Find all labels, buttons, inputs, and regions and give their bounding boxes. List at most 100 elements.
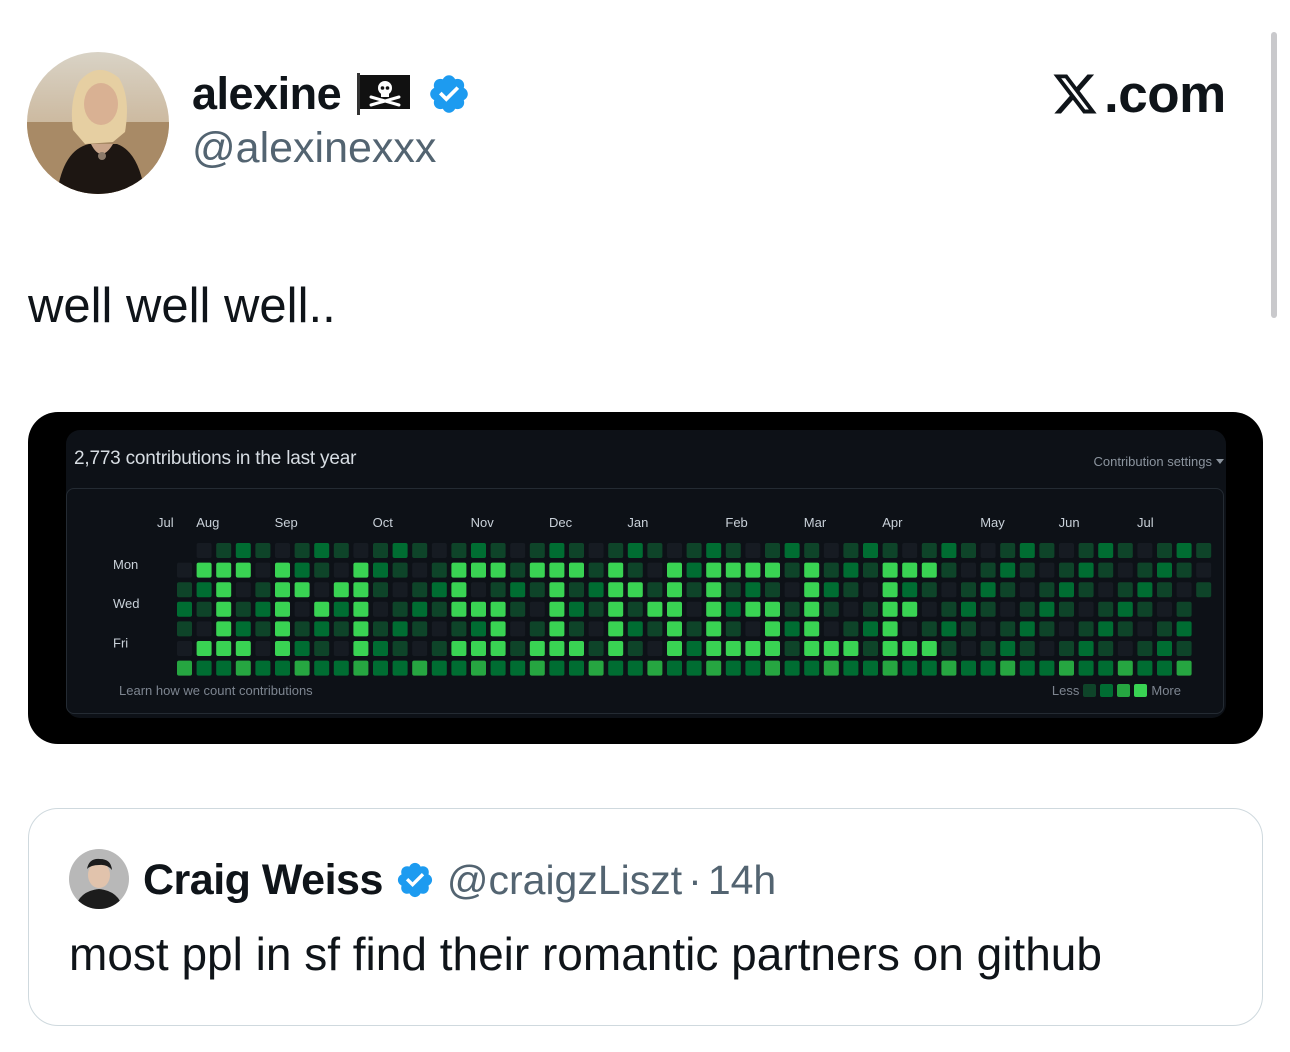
contribution-cell[interactable] xyxy=(333,641,349,656)
contribution-cell[interactable] xyxy=(1059,562,1074,578)
contribution-cell[interactable] xyxy=(275,621,290,637)
contribution-cell[interactable] xyxy=(686,660,702,676)
contribution-cell[interactable] xyxy=(784,641,800,656)
contribution-cell[interactable] xyxy=(804,562,820,578)
contribution-cell[interactable] xyxy=(902,601,918,617)
contribution-cell[interactable] xyxy=(353,660,369,676)
contribution-cell[interactable] xyxy=(1078,582,1094,598)
contribution-cell[interactable] xyxy=(882,601,898,617)
contribution-cell[interactable] xyxy=(588,543,604,558)
contribution-cell[interactable] xyxy=(412,641,428,656)
contribution-cell[interactable] xyxy=(569,641,584,656)
contribution-cell[interactable] xyxy=(1059,621,1074,637)
contribution-cell[interactable] xyxy=(1019,562,1035,578)
contribution-cell[interactable] xyxy=(823,582,839,598)
contribution-cell[interactable] xyxy=(510,562,526,578)
contribution-cell[interactable] xyxy=(706,601,722,617)
contribution-cell[interactable] xyxy=(294,621,310,637)
contribution-cell[interactable] xyxy=(1157,641,1172,656)
contribution-cell[interactable] xyxy=(373,582,388,598)
contribution-cell[interactable] xyxy=(333,562,349,578)
contribution-cell[interactable] xyxy=(275,601,290,617)
contribution-cell[interactable] xyxy=(431,543,447,558)
contribution-cell[interactable] xyxy=(412,621,428,637)
contribution-cell[interactable] xyxy=(627,582,643,598)
contribution-cell[interactable] xyxy=(745,562,761,578)
contribution-cell[interactable] xyxy=(196,601,212,617)
contribution-cell[interactable] xyxy=(1098,641,1114,656)
contribution-cell[interactable] xyxy=(314,601,330,617)
contribution-cell[interactable] xyxy=(961,543,976,558)
contribution-cell[interactable] xyxy=(667,660,682,676)
contribution-cell[interactable] xyxy=(1098,621,1114,637)
contribution-cell[interactable] xyxy=(765,562,780,578)
contribution-cell[interactable] xyxy=(333,621,349,637)
contribution-cell[interactable] xyxy=(882,562,898,578)
contribution-cell[interactable] xyxy=(431,562,447,578)
contribution-cell[interactable] xyxy=(216,601,232,617)
contribution-cell[interactable] xyxy=(177,582,192,598)
contribution-cell[interactable] xyxy=(686,621,702,637)
contribution-cell[interactable] xyxy=(608,562,624,578)
contribution-cell[interactable] xyxy=(667,562,682,578)
contribution-cell[interactable] xyxy=(627,641,643,656)
contribution-cell[interactable] xyxy=(216,582,232,598)
contribution-cell[interactable] xyxy=(980,582,996,598)
contribution-cell[interactable] xyxy=(510,582,526,598)
contribution-cell[interactable] xyxy=(549,621,565,637)
contribution-cell[interactable] xyxy=(725,562,741,578)
contribution-cell[interactable] xyxy=(314,543,330,558)
contribution-cell[interactable] xyxy=(1157,601,1172,617)
contribution-cell[interactable] xyxy=(902,641,918,656)
contribution-cell[interactable] xyxy=(706,660,722,676)
contribution-cell[interactable] xyxy=(1078,660,1094,676)
contribution-cell[interactable] xyxy=(353,543,369,558)
contribution-cell[interactable] xyxy=(431,621,447,637)
contribution-cell[interactable] xyxy=(451,543,467,558)
contribution-cell[interactable] xyxy=(627,543,643,558)
contribution-cell[interactable] xyxy=(627,621,643,637)
contribution-cell[interactable] xyxy=(392,582,408,598)
contribution-cell[interactable] xyxy=(392,621,408,637)
contribution-cell[interactable] xyxy=(1098,562,1114,578)
contribution-cell[interactable] xyxy=(392,562,408,578)
contribution-cell[interactable] xyxy=(627,660,643,676)
contribution-cell[interactable] xyxy=(647,543,663,558)
contribution-cell[interactable] xyxy=(647,641,663,656)
contribution-cell[interactable] xyxy=(471,543,486,558)
contribution-cell[interactable] xyxy=(235,621,251,637)
contribution-cell[interactable] xyxy=(196,641,212,656)
contribution-cell[interactable] xyxy=(941,621,957,637)
contribution-cell[interactable] xyxy=(1117,621,1133,637)
contribution-cell[interactable] xyxy=(490,582,506,598)
contribution-cell[interactable] xyxy=(745,641,761,656)
contribution-cell[interactable] xyxy=(1117,582,1133,598)
contribution-cell[interactable] xyxy=(706,582,722,598)
contribution-cell[interactable] xyxy=(608,641,624,656)
contribution-cell[interactable] xyxy=(804,641,820,656)
contribution-cell[interactable] xyxy=(647,601,663,617)
contribution-cell[interactable] xyxy=(823,601,839,617)
contribution-cell[interactable] xyxy=(1039,621,1055,637)
contribution-cell[interactable] xyxy=(706,621,722,637)
contribution-cell[interactable] xyxy=(784,562,800,578)
contribution-cell[interactable] xyxy=(941,660,957,676)
contribution-cell[interactable] xyxy=(823,621,839,637)
contribution-cell[interactable] xyxy=(235,582,251,598)
contribution-cell[interactable] xyxy=(1078,562,1094,578)
contribution-cell[interactable] xyxy=(549,641,565,656)
contribution-cell[interactable] xyxy=(902,621,918,637)
contribution-cell[interactable] xyxy=(882,660,898,676)
contribution-cell[interactable] xyxy=(647,621,663,637)
contribution-cell[interactable] xyxy=(549,543,565,558)
contribution-cell[interactable] xyxy=(255,601,271,617)
contribution-cell[interactable] xyxy=(863,601,878,617)
contribution-cell[interactable] xyxy=(765,582,780,598)
contribution-cell[interactable] xyxy=(333,601,349,617)
contribution-cell[interactable] xyxy=(1019,641,1035,656)
contribution-cell[interactable] xyxy=(529,641,545,656)
contribution-cell[interactable] xyxy=(765,543,780,558)
author-avatar[interactable] xyxy=(27,52,169,194)
contribution-cell[interactable] xyxy=(980,543,996,558)
contribution-cell[interactable] xyxy=(510,641,526,656)
